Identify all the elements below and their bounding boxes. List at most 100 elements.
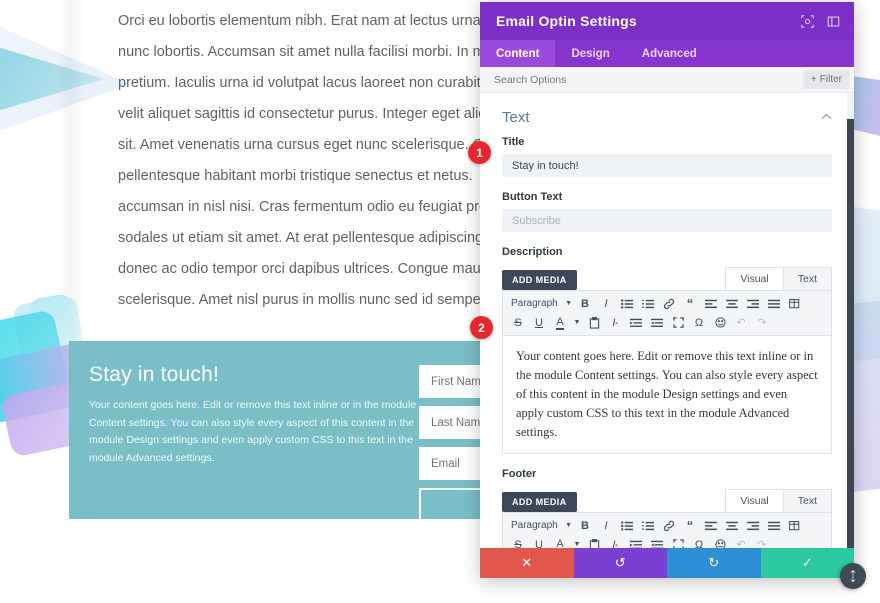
align-justify-icon[interactable]: [764, 517, 784, 535]
modal-header: Email Optin Settings: [480, 2, 854, 40]
toolbar-row-1: Paragraph ▼ B I “: [508, 294, 826, 313]
italic-icon[interactable]: I: [596, 295, 616, 313]
description-editor-top: ADD MEDIA Visual Text: [502, 264, 832, 290]
text-tab[interactable]: Text: [782, 489, 832, 512]
emoji-icon[interactable]: [710, 536, 730, 548]
decorative-shape-a: [0, 308, 70, 410]
text-color-chevron-icon[interactable]: ▼: [571, 314, 583, 332]
chevron-up-icon[interactable]: [821, 112, 832, 123]
outdent-icon[interactable]: [626, 536, 646, 548]
panel-scrollbar-thumb[interactable]: [847, 119, 854, 548]
bold-icon[interactable]: B: [575, 295, 595, 313]
button-text-input[interactable]: [502, 209, 832, 232]
toolbar-row-1: Paragraph ▼ B I “: [508, 516, 826, 535]
special-character-icon[interactable]: Ω: [689, 314, 709, 332]
add-media-button[interactable]: ADD MEDIA: [502, 270, 577, 290]
focus-icon[interactable]: [799, 13, 816, 30]
clear-formatting-icon[interactable]: Iₓ: [605, 314, 625, 332]
search-input[interactable]: [494, 73, 803, 86]
optin-title: Stay in touch!: [89, 363, 220, 386]
underline-icon[interactable]: U: [529, 314, 549, 332]
align-right-icon[interactable]: [743, 295, 763, 313]
panel-scrollbar-track[interactable]: [847, 93, 854, 548]
redo-button[interactable]: ↻: [667, 548, 761, 578]
special-character-icon[interactable]: Ω: [689, 536, 709, 549]
underline-icon[interactable]: U: [529, 536, 549, 549]
email-optin-module[interactable]: Stay in touch! Your content goes here. E…: [69, 341, 549, 521]
undo-icon[interactable]: ↶: [731, 314, 751, 332]
bulleted-list-icon[interactable]: [617, 517, 637, 535]
add-media-button[interactable]: ADD MEDIA: [502, 492, 577, 512]
fullscreen-icon[interactable]: [668, 314, 688, 332]
blockquote-icon[interactable]: “: [680, 517, 700, 535]
decorative-triangle-cyan: [0, 34, 104, 124]
align-center-icon[interactable]: [722, 517, 742, 535]
numbered-list-icon[interactable]: [638, 295, 658, 313]
visual-tab[interactable]: Visual: [725, 489, 784, 512]
link-icon[interactable]: [659, 517, 679, 535]
align-left-icon[interactable]: [701, 517, 721, 535]
link-icon[interactable]: [659, 295, 679, 313]
text-tab[interactable]: Text: [782, 267, 832, 290]
align-left-icon[interactable]: [701, 295, 721, 313]
undo-icon[interactable]: ↶: [731, 536, 751, 548]
undo-button[interactable]: ↺: [573, 548, 667, 578]
paste-as-text-icon[interactable]: [584, 536, 604, 548]
modal-body: Text Title Button Text Description ADD M: [480, 93, 854, 548]
chevron-down-icon: ▼: [565, 522, 572, 529]
bulleted-list-icon[interactable]: [617, 295, 637, 313]
filter-button-label: Filter: [819, 74, 842, 85]
table-icon[interactable]: [785, 517, 805, 535]
description-toolbar: Paragraph ▼ B I “ S U A ▼ I ₓ Ω ↶ ↷: [502, 290, 832, 335]
section-title: Text: [502, 109, 530, 126]
toolbar-row-2: S U A ▼ Iₓ Ω ↶ ↷: [508, 313, 826, 332]
numbered-list-icon[interactable]: [638, 517, 658, 535]
outdent-icon[interactable]: [626, 314, 646, 332]
emoji-icon[interactable]: [710, 314, 730, 332]
indent-icon[interactable]: [647, 314, 667, 332]
redo-icon[interactable]: ↷: [752, 314, 772, 332]
redo-icon[interactable]: ↷: [752, 536, 772, 548]
title-input[interactable]: [502, 154, 832, 177]
tab-content[interactable]: Content: [480, 40, 556, 67]
text-color-icon[interactable]: A: [550, 536, 570, 549]
modal-title: Email Optin Settings: [496, 13, 637, 29]
italic-icon[interactable]: I: [596, 517, 616, 535]
paste-as-text-icon[interactable]: [584, 314, 604, 332]
table-icon[interactable]: [785, 295, 805, 313]
description-editor: Description ADD MEDIA Visual Text Paragr…: [502, 246, 832, 454]
button-text-field-label: Button Text: [502, 191, 563, 203]
text-color-chevron-icon[interactable]: ▼: [571, 536, 583, 548]
strikethrough-icon[interactable]: S: [508, 314, 528, 332]
description-content[interactable]: Your content goes here. Edit or remove t…: [502, 335, 832, 454]
tab-design[interactable]: Design: [555, 40, 625, 67]
layout-panel-icon[interactable]: [825, 13, 842, 30]
cancel-button[interactable]: ✕: [480, 548, 574, 578]
footer-editor-top: ADD MEDIA Visual Text: [502, 486, 832, 512]
step-badge-1: 1: [468, 141, 491, 164]
step-badge-2: 2: [470, 316, 493, 339]
align-justify-icon[interactable]: [764, 295, 784, 313]
indent-icon[interactable]: [647, 536, 667, 548]
align-right-icon[interactable]: [743, 517, 763, 535]
optin-text-column: Stay in touch! Your content goes here. E…: [69, 363, 419, 519]
bold-icon[interactable]: B: [575, 517, 595, 535]
title-field-label: Title: [502, 136, 525, 148]
text-color-icon[interactable]: A: [550, 314, 570, 332]
section-header-text[interactable]: Text: [502, 93, 832, 136]
chevron-down-icon: ▼: [565, 300, 572, 307]
clear-formatting-icon[interactable]: Iₓ: [605, 536, 625, 549]
visual-tab[interactable]: Visual: [725, 267, 784, 290]
blockquote-icon[interactable]: “: [680, 295, 700, 313]
modal-action-bar: ✕ ↺ ↻ ✓: [480, 548, 854, 578]
strikethrough-icon[interactable]: S: [508, 536, 528, 549]
format-select[interactable]: Paragraph ▼: [508, 298, 574, 309]
format-select-label: Paragraph: [511, 298, 558, 309]
filter-button[interactable]: + Filter: [802, 70, 850, 89]
fullscreen-icon[interactable]: [668, 536, 688, 548]
format-select[interactable]: Paragraph ▼: [508, 520, 574, 531]
align-center-icon[interactable]: [722, 295, 742, 313]
footer-editor-mode-tabs: Visual Text: [725, 489, 832, 512]
decorative-triangle-light: [0, 18, 130, 138]
tab-advanced[interactable]: Advanced: [626, 40, 713, 67]
